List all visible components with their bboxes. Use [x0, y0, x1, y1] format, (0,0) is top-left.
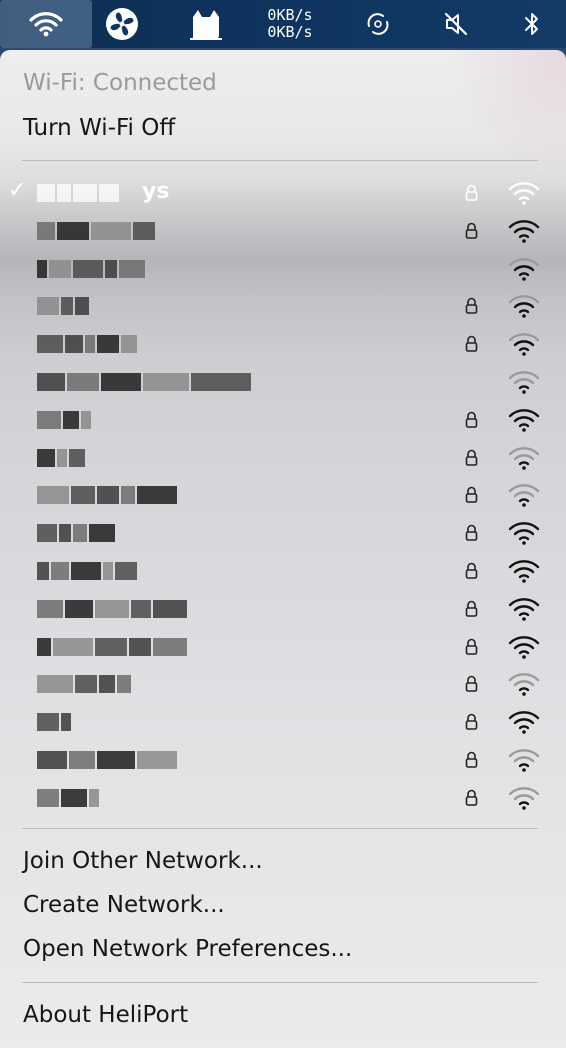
- volume-menu-extra[interactable]: [436, 0, 476, 48]
- network-name-redacted: [37, 788, 99, 807]
- lock-icon: [465, 789, 478, 806]
- fan-menu-extra[interactable]: [100, 0, 144, 48]
- bluetooth-menu-extra[interactable]: [512, 0, 552, 48]
- cat-menu-extra[interactable]: [184, 0, 228, 48]
- wifi-signal-icon: [508, 219, 540, 243]
- wifi-dropdown-menu: Wi-Fi: Connected Turn Wi-Fi Off ✓ ys Join…: [0, 50, 566, 1048]
- lock-icon: [465, 449, 478, 466]
- separator: [22, 982, 538, 983]
- wifi-signal-icon: [508, 182, 540, 205]
- wifi-signal-icon: [508, 786, 540, 810]
- wifi-network-item[interactable]: [0, 703, 566, 741]
- menu-bar: 0KB/s 0KB/s: [0, 0, 566, 48]
- network-name-redacted: [37, 221, 155, 240]
- lock-icon: [465, 751, 478, 768]
- lock-icon: [465, 222, 478, 239]
- wifi-signal-icon: [508, 484, 540, 508]
- wifi-signal-icon: [508, 522, 540, 545]
- wifi-network-item[interactable]: [0, 476, 566, 514]
- lock-icon: [465, 600, 478, 617]
- join-other-network-item[interactable]: Join Other Network...: [23, 848, 263, 874]
- wifi-signal-icon: [508, 446, 540, 470]
- circular-arrows-icon: [367, 13, 389, 35]
- lock-icon: [465, 487, 478, 504]
- network-name-redacted: [37, 184, 119, 202]
- network-name-redacted: [37, 373, 251, 391]
- separator: [22, 828, 538, 829]
- download-speed: 0KB/s: [267, 23, 313, 41]
- wifi-network-item[interactable]: ✓ ys: [0, 174, 566, 212]
- wifi-signal-icon: [508, 673, 540, 697]
- lock-icon: [465, 411, 478, 428]
- about-heliport-item[interactable]: About HeliPort: [23, 1002, 188, 1028]
- wifi-network-item[interactable]: [0, 741, 566, 779]
- network-name-redacted: [37, 599, 187, 618]
- wifi-icon: [29, 12, 63, 37]
- checkmark-icon: ✓: [8, 178, 27, 203]
- wifi-network-item[interactable]: [0, 590, 566, 628]
- wifi-network-item[interactable]: [0, 665, 566, 703]
- wifi-signal-icon: [508, 408, 540, 432]
- separator: [22, 160, 538, 161]
- speaker-muted-icon: [444, 12, 468, 36]
- network-name-redacted: [37, 448, 85, 467]
- wifi-network-item[interactable]: [0, 628, 566, 666]
- wifi-network-item[interactable]: [0, 779, 566, 817]
- network-name-redacted: [37, 486, 177, 505]
- bluetooth-icon: [525, 13, 538, 35]
- wifi-network-item[interactable]: [0, 552, 566, 590]
- network-name: ys: [142, 179, 170, 204]
- wifi-network-item[interactable]: [0, 287, 566, 325]
- wifi-menu-extra[interactable]: [0, 0, 92, 48]
- wifi-network-item[interactable]: [0, 439, 566, 477]
- wifi-signal-icon: [508, 711, 540, 734]
- lock-icon: [465, 524, 478, 541]
- network-name-redacted: [37, 637, 187, 656]
- network-name-redacted: [37, 562, 137, 580]
- wifi-status-label: Wi-Fi: Connected: [23, 70, 217, 96]
- wifi-signal-icon: [508, 635, 540, 659]
- lock-icon: [465, 184, 478, 201]
- wifi-network-item[interactable]: [0, 363, 566, 401]
- lock-icon: [465, 676, 478, 693]
- wifi-signal-icon: [508, 371, 540, 394]
- network-name-redacted: [37, 410, 91, 429]
- wifi-signal-icon: [508, 597, 540, 621]
- wifi-signal-icon: [508, 749, 540, 772]
- wifi-network-item[interactable]: [0, 401, 566, 439]
- wifi-signal-icon: [508, 257, 540, 281]
- wifi-signal-icon: [508, 295, 540, 319]
- wifi-network-item[interactable]: [0, 212, 566, 250]
- network-name-redacted: [37, 675, 131, 694]
- lock-icon: [465, 335, 478, 352]
- network-name-redacted: [37, 259, 145, 278]
- network-name-redacted: [37, 751, 177, 769]
- network-name-redacted: [37, 297, 89, 316]
- wifi-network-item[interactable]: [0, 514, 566, 552]
- lock-icon: [465, 638, 478, 655]
- lock-icon: [465, 713, 478, 730]
- cat-icon: [190, 10, 222, 40]
- open-network-preferences-item[interactable]: Open Network Preferences...: [23, 936, 352, 962]
- wifi-network-item[interactable]: [0, 250, 566, 288]
- fan-icon: [106, 8, 138, 40]
- network-name-redacted: [37, 713, 71, 732]
- network-name-redacted: [37, 524, 115, 543]
- wifi-signal-icon: [508, 333, 540, 356]
- sync-menu-extra[interactable]: [358, 0, 398, 48]
- wifi-signal-icon: [508, 560, 540, 583]
- turn-wifi-off-item[interactable]: Turn Wi-Fi Off: [23, 115, 175, 141]
- upload-speed: 0KB/s: [267, 6, 313, 24]
- network-speed[interactable]: 0KB/s 0KB/s: [260, 0, 320, 48]
- create-network-item[interactable]: Create Network...: [23, 892, 225, 918]
- lock-icon: [465, 298, 478, 315]
- wifi-network-item[interactable]: [0, 325, 566, 363]
- lock-icon: [465, 562, 478, 579]
- network-name-redacted: [37, 335, 137, 354]
